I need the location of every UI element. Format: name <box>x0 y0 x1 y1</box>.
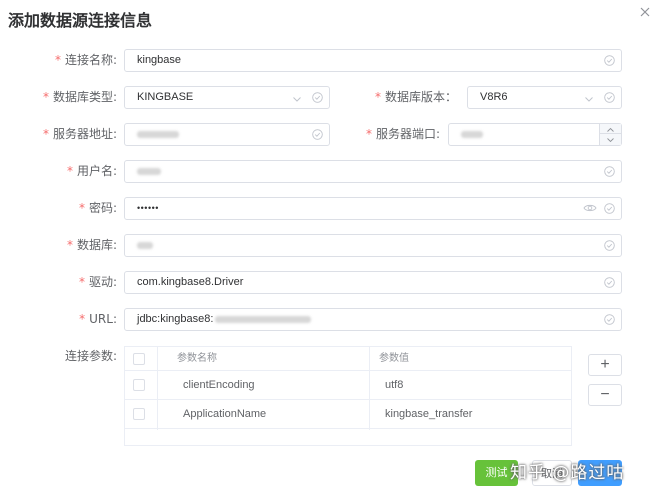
conn-name-value: kingbase <box>137 54 182 66</box>
database-label: * 数据库: <box>66 238 117 252</box>
password-label: * 密码: <box>78 201 117 215</box>
circle-check-icon <box>604 240 615 251</box>
url-value: jdbc:kingbase8: <box>137 309 312 330</box>
circle-check-icon <box>604 203 615 214</box>
remove-param-button[interactable]: − <box>588 384 622 406</box>
database-input[interactable] <box>124 234 622 257</box>
db-type-value: KINGBASE <box>137 91 194 103</box>
eye-icon[interactable] <box>583 202 597 214</box>
password-value: •••••• <box>137 203 159 213</box>
param-name-cell[interactable]: clientEncoding <box>183 371 255 400</box>
driver-label: * 驱动: <box>78 275 117 289</box>
param-name-cell[interactable]: ApplicationName <box>183 400 266 429</box>
add-datasource-dialog: 添加数据源连接信息 * 连接名称: kingbase * 数据库类型: KINGBA… <box>0 0 652 497</box>
params-table: 参数名称 参数值 clientEncoding utf8 Application… <box>124 346 572 446</box>
db-type-label: * 数据库类型: <box>42 90 117 104</box>
dialog-title: 添加数据源连接信息 <box>8 11 153 30</box>
col-param-name: 参数名称 <box>177 353 217 364</box>
conn-name-input[interactable]: kingbase <box>124 49 622 72</box>
circle-check-icon <box>604 166 615 177</box>
db-type-select[interactable]: KINGBASE <box>124 86 330 109</box>
password-input[interactable]: •••••• <box>124 197 622 220</box>
circle-check-icon <box>604 92 615 103</box>
port-stepper-controls <box>599 124 621 145</box>
db-version-label: * 数据库版本： <box>374 90 457 104</box>
table-row: ApplicationName kingbase_transfer <box>125 400 571 429</box>
table-row: clientEncoding utf8 <box>125 371 571 400</box>
param-value-cell[interactable]: utf8 <box>385 371 403 400</box>
driver-input[interactable]: com.kingbase8.Driver <box>124 271 622 294</box>
server-addr-label: * 服务器地址: <box>42 127 117 141</box>
watermark-text: 知乎 @路过咕 <box>510 463 625 483</box>
database-redacted <box>137 235 153 256</box>
circle-check-icon <box>604 314 615 325</box>
server-port-label: * 服务器端口: <box>365 127 440 141</box>
col-param-value: 参数值 <box>379 353 409 364</box>
server-addr-redacted <box>137 124 179 145</box>
username-redacted <box>137 161 161 182</box>
url-prefix: jdbc:kingbase8: <box>137 313 214 325</box>
row-checkbox[interactable] <box>133 379 145 391</box>
close-icon[interactable] <box>639 6 651 18</box>
param-value-cell[interactable]: kingbase_transfer <box>385 400 472 429</box>
circle-check-icon <box>604 55 615 66</box>
chevron-down-icon <box>584 93 594 103</box>
row-checkbox[interactable] <box>133 408 145 420</box>
add-param-button[interactable]: + <box>588 354 622 376</box>
username-label: * 用户名: <box>66 164 117 178</box>
server-port-redacted <box>461 124 483 145</box>
circle-check-icon <box>312 92 323 103</box>
url-label: * URL: <box>79 312 117 326</box>
select-all-checkbox[interactable] <box>133 353 145 365</box>
chevron-up-icon[interactable] <box>600 124 621 134</box>
params-table-header: 参数名称 参数值 <box>125 347 571 371</box>
username-input[interactable] <box>124 160 622 183</box>
chevron-down-icon <box>292 93 302 103</box>
server-port-stepper[interactable] <box>448 123 622 146</box>
db-version-select[interactable]: V8R6 <box>467 86 622 109</box>
circle-check-icon <box>312 129 323 140</box>
driver-value: com.kingbase8.Driver <box>137 276 244 288</box>
db-version-value: V8R6 <box>480 91 508 103</box>
server-addr-input[interactable] <box>124 123 330 146</box>
circle-check-icon <box>604 277 615 288</box>
url-input[interactable]: jdbc:kingbase8: <box>124 308 622 331</box>
params-label: 连接参数: <box>64 349 117 363</box>
chevron-down-icon[interactable] <box>600 134 621 144</box>
conn-name-label: * 连接名称: <box>54 53 117 67</box>
